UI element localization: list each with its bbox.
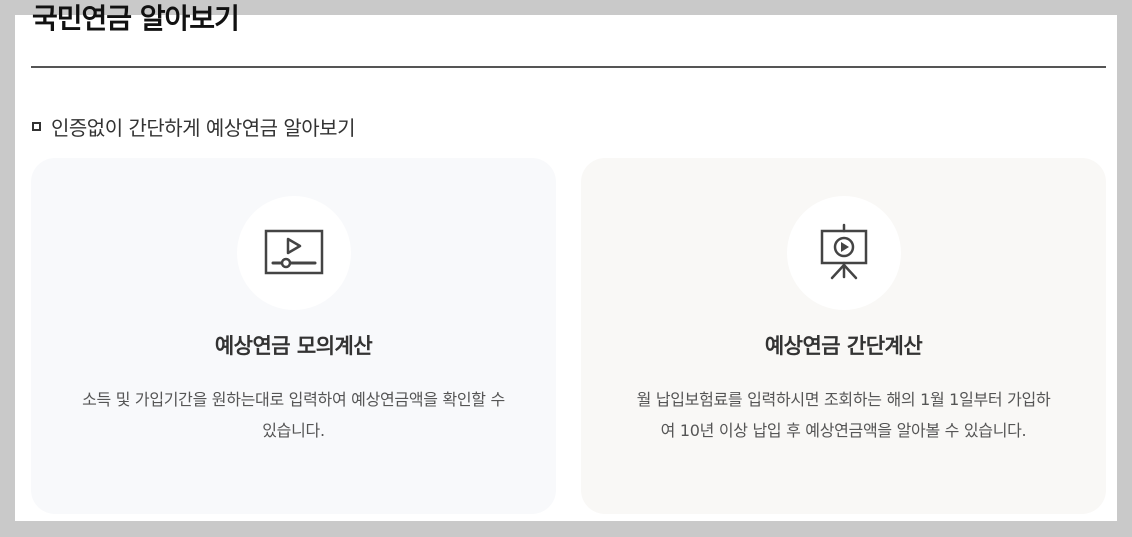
page-title: 국민연금 알아보기	[32, 2, 240, 35]
simple-calculation-card[interactable]: 예상연금 간단계산 월 납입보험료를 입력하시면 조회하는 해의 1월 1일부터…	[581, 158, 1106, 514]
card-description: 소득 및 가입기간을 원하는대로 입력하여 예상연금액을 확인할 수 있습니다.	[82, 390, 505, 440]
card-description: 월 납입보험료를 입력하시면 조회하는 해의 1월 1일부터 가입하여 10년 …	[636, 390, 1051, 440]
square-bullet-icon	[32, 121, 41, 131]
section-heading: 인증없이 간단하게 예상연금 알아보기	[32, 110, 355, 142]
card-title: 예상연금 간단계산	[764, 334, 923, 358]
card-title: 예상연금 모의계산	[214, 334, 373, 358]
section-heading-text: 인증없이 간단하게 예상연금 알아보기	[51, 115, 355, 140]
mock-calculation-card[interactable]: 예상연금 모의계산 소득 및 가입기간을 원하는대로 입력하여 예상연금액을 확…	[31, 158, 556, 514]
title-divider	[31, 66, 1106, 68]
video-player-icon	[236, 196, 351, 310]
presentation-board-icon	[786, 196, 901, 310]
